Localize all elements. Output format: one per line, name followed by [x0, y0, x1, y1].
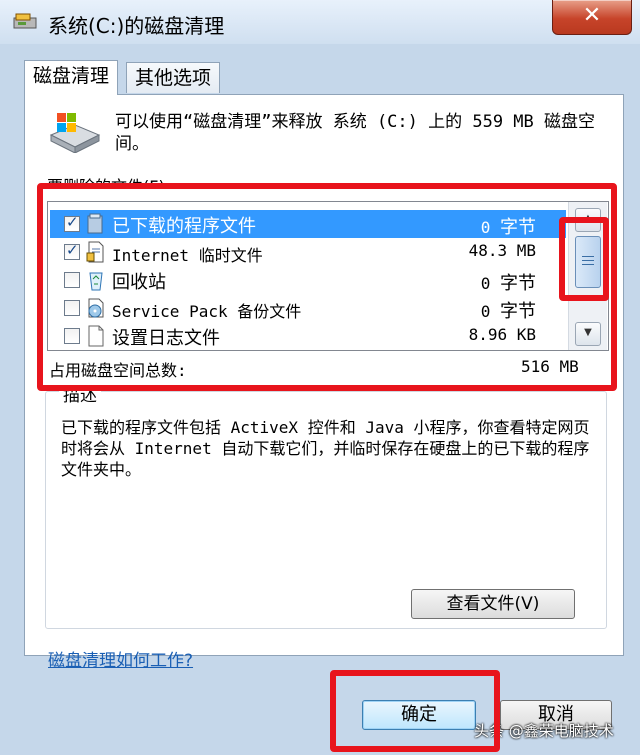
view-files-button[interactable]: 查看文件(V) [411, 589, 575, 619]
disk-cleanup-window: 系统(C:)的磁盘清理 ✕ 磁盘清理 其他选项 可以使用“磁盘清理”来释放 系统… [0, 0, 640, 755]
tab-panel: 可以使用“磁盘清理”来释放 系统 (C:) 上的 559 MB 磁盘空间。 要删… [24, 94, 624, 656]
tab-disk-cleanup[interactable]: 磁盘清理 [24, 60, 119, 95]
intro-text: 可以使用“磁盘清理”来释放 系统 (C:) 上的 559 MB 磁盘空间。 [115, 112, 595, 154]
disk-cleanup-app-icon [13, 13, 37, 29]
close-button[interactable]: ✕ [552, 0, 632, 35]
window-title: 系统(C:)的磁盘清理 [48, 14, 225, 38]
highlight-box-ok-button [330, 670, 500, 752]
description-text: 已下载的程序文件包括 ActiveX 控件和 Java 小程序，你查看特定网页时… [61, 418, 590, 479]
help-link[interactable]: 磁盘清理如何工作? [48, 646, 193, 671]
highlight-box-scrollbar [559, 217, 609, 301]
title-bar[interactable]: 系统(C:)的磁盘清理 ✕ [0, 0, 640, 44]
tab-more-options[interactable]: 其他选项 [126, 62, 221, 93]
highlight-box-file-list [37, 183, 617, 391]
drive-cleanup-icon [49, 113, 101, 153]
